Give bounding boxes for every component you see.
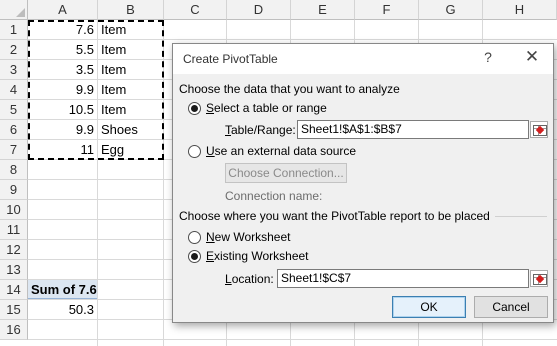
external-source-radio[interactable] xyxy=(188,145,201,158)
select-table-label[interactable]: Select a table or range xyxy=(206,101,327,115)
col-header-h[interactable]: H xyxy=(483,0,557,20)
location-input[interactable]: Sheet1!$C$7 xyxy=(277,269,529,288)
row-header-7[interactable]: 7 xyxy=(0,140,28,160)
collapse-dialog-icon[interactable] xyxy=(530,270,548,287)
table-range-input[interactable]: Sheet1!$A$1:$B$7 xyxy=(297,120,529,139)
new-worksheet-label[interactable]: New Worksheet xyxy=(206,230,290,244)
gridline xyxy=(28,339,557,340)
cancel-button[interactable]: Cancel xyxy=(474,296,548,318)
row-header-9[interactable]: 9 xyxy=(0,180,28,200)
row-header-14[interactable]: 14 xyxy=(0,280,28,300)
external-source-label[interactable]: Use an external data source xyxy=(206,144,356,158)
collapse-dialog-icon[interactable] xyxy=(530,121,548,138)
new-worksheet-radio[interactable] xyxy=(188,231,201,244)
existing-worksheet-label[interactable]: Existing Worksheet xyxy=(206,249,309,263)
col-header-g[interactable]: G xyxy=(419,0,483,20)
choose-connection-button[interactable]: Choose Connection... xyxy=(225,163,347,183)
row-header-3[interactable]: 3 xyxy=(0,60,28,80)
copy-marquee xyxy=(28,20,164,160)
help-icon[interactable]: ? xyxy=(479,49,497,65)
col-header-a[interactable]: A xyxy=(28,0,98,20)
col-header-f[interactable]: F xyxy=(355,0,419,20)
row-header-8[interactable]: 8 xyxy=(0,160,28,180)
row-header-12[interactable]: 12 xyxy=(0,240,28,260)
row-header-6[interactable]: 6 xyxy=(0,120,28,140)
row-header-5[interactable]: 5 xyxy=(0,100,28,120)
row-header-11[interactable]: 11 xyxy=(0,220,28,240)
row-header-10[interactable]: 10 xyxy=(0,200,28,220)
section-analyze-heading: Choose the data that you want to analyze xyxy=(179,82,400,96)
col-header-d[interactable]: D xyxy=(227,0,291,20)
select-table-radio[interactable] xyxy=(188,102,201,115)
row-header-13[interactable]: 13 xyxy=(0,260,28,280)
pivot-value-cell[interactable]: 50.3 xyxy=(30,300,94,320)
dialog-title: Create PivotTable xyxy=(183,52,278,66)
location-label: Location: xyxy=(225,272,274,286)
row-header-16[interactable]: 16 xyxy=(0,320,28,340)
table-range-label: Table/Range: xyxy=(225,123,296,137)
select-all-corner[interactable] xyxy=(0,0,28,20)
section-placement-heading: Choose where you want the PivotTable rep… xyxy=(179,209,490,223)
pivot-header-cell[interactable]: Sum of 7.6 xyxy=(28,280,97,299)
col-header-e[interactable]: E xyxy=(291,0,355,20)
col-header-c[interactable]: C xyxy=(164,0,227,20)
col-header-b[interactable]: B xyxy=(98,0,164,20)
row-header-4[interactable]: 4 xyxy=(0,80,28,100)
close-icon[interactable]: ✕ xyxy=(523,47,541,67)
row-header-1[interactable]: 1 xyxy=(0,20,28,40)
dialog-titlebar[interactable]: Create PivotTable ? ✕ xyxy=(173,44,553,74)
existing-worksheet-radio[interactable] xyxy=(188,250,201,263)
row-header-15[interactable]: 15 xyxy=(0,300,28,320)
ok-button[interactable]: OK xyxy=(392,296,466,318)
section-divider xyxy=(495,216,547,217)
create-pivottable-dialog: Create PivotTable ? ✕ Choose the data th… xyxy=(172,43,554,323)
connection-name-label: Connection name: xyxy=(225,189,323,203)
row-header-2[interactable]: 2 xyxy=(0,40,28,60)
